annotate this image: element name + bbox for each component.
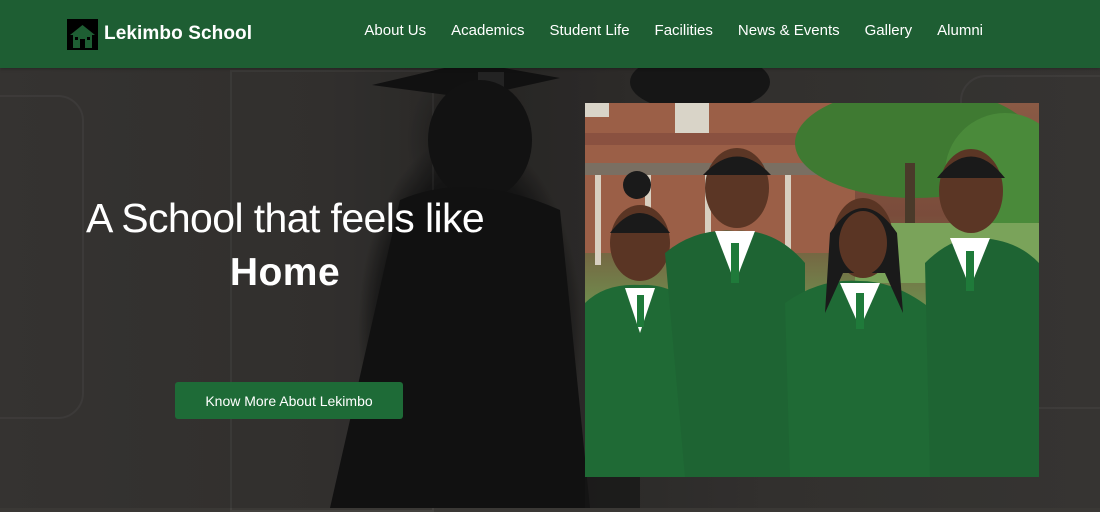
nav-gallery[interactable]: Gallery (865, 22, 913, 39)
nav-academics[interactable]: Academics (451, 22, 524, 39)
nav-student-life[interactable]: Student Life (549, 22, 629, 39)
know-more-button[interactable]: Know More About Lekimbo (175, 382, 403, 419)
hero-title-line1: A School that feels like (85, 195, 485, 241)
students-photo (585, 103, 1039, 477)
nav-alumni[interactable]: Alumni (937, 22, 983, 39)
nav-news-events[interactable]: News & Events (738, 22, 840, 39)
hero-title: A School that feels like Home (40, 192, 530, 302)
nav-facilities[interactable]: Facilities (655, 22, 713, 39)
school-house-icon (67, 18, 98, 50)
nav-about-us[interactable]: About Us (364, 22, 426, 39)
hero-title-line2: Home (229, 251, 341, 294)
site-header: Lekimbo School About Us Academics Studen… (0, 0, 1100, 68)
main-nav: About Us Academics Student Life Faciliti… (364, 22, 983, 39)
brand-name: Lekimbo School (104, 23, 253, 44)
brand-link[interactable]: Lekimbo School (67, 18, 252, 50)
